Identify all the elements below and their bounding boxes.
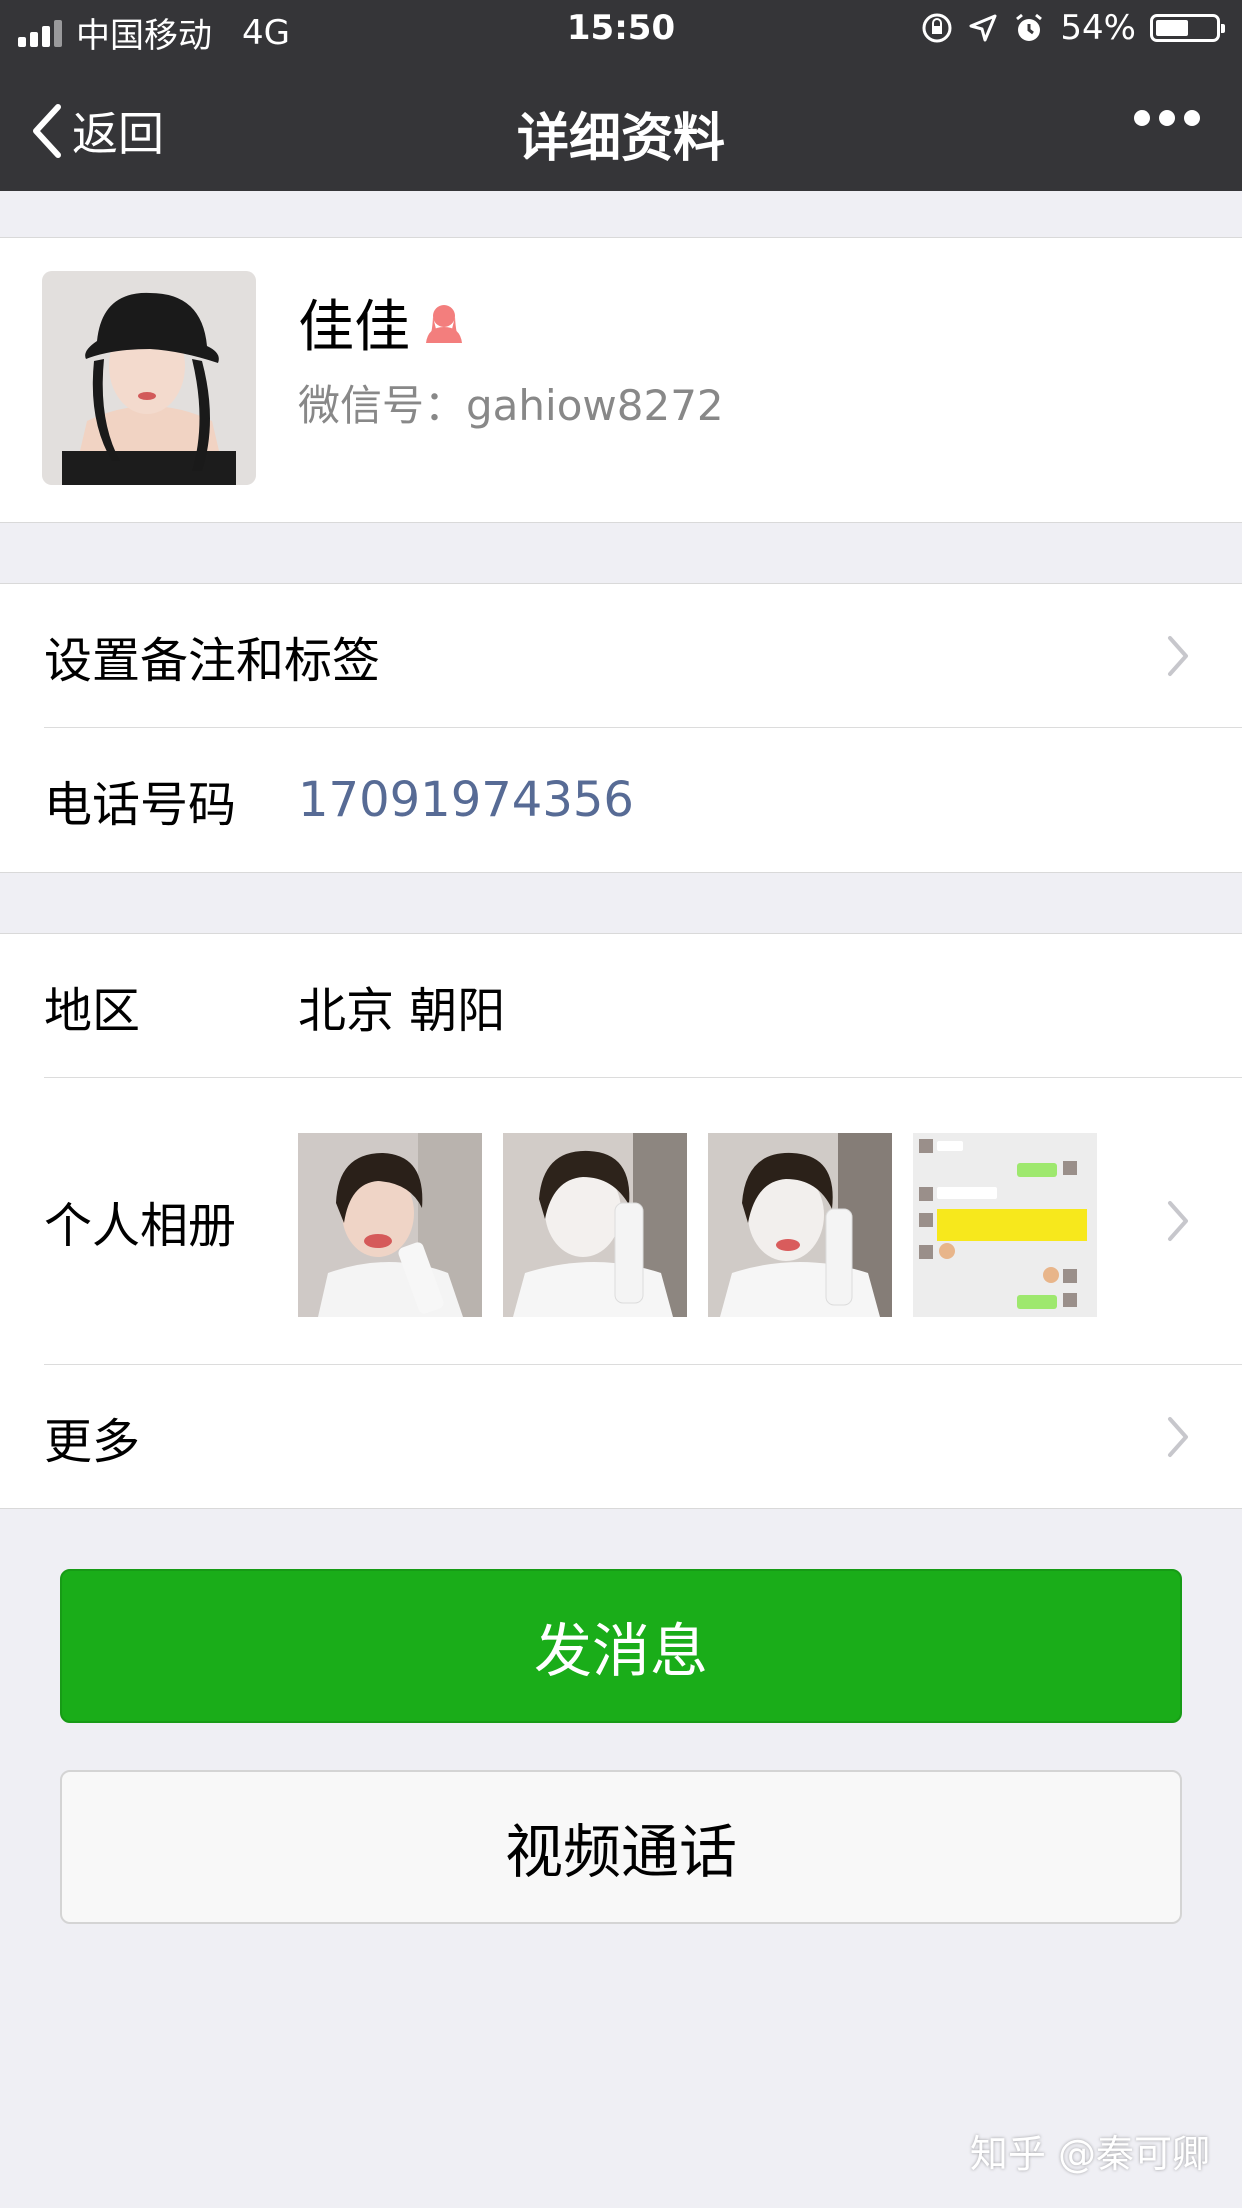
- status-bar: 中国移动 4G 15:50 54%: [0, 0, 1242, 62]
- more-options-button[interactable]: [1134, 110, 1200, 126]
- remark-row[interactable]: 设置备注和标签: [0, 584, 1242, 727]
- dot-icon: [1159, 110, 1175, 126]
- wechat-id-label: 微信号：: [298, 381, 467, 430]
- page-title: 详细资料: [516, 109, 725, 169]
- profile-card[interactable]: 佳佳 微信号：gahiow8272: [0, 237, 1242, 523]
- region-value: 北京 朝阳: [298, 982, 506, 1039]
- phone-row: 电话号码 17091974356: [0, 728, 1242, 871]
- rotation-lock-icon: [922, 13, 952, 43]
- album-row[interactable]: 个人相册: [0, 1078, 1242, 1364]
- phone-label: 电话号码: [44, 776, 237, 833]
- album-label: 个人相册: [44, 1198, 237, 1254]
- contact-name-text: 佳佳: [298, 295, 410, 360]
- album-photo-1: [298, 1133, 482, 1317]
- remark-label: 设置备注和标签: [44, 632, 381, 689]
- status-right: 54%: [920, 8, 1225, 48]
- region-label: 地区: [44, 982, 141, 1039]
- contact-name: 佳佳: [298, 282, 468, 363]
- alarm-icon: [1016, 13, 1043, 41]
- avatar[interactable]: [42, 271, 256, 485]
- top-bar: 中国移动 4G 15:50 54% 返回 详细资料: [0, 0, 1242, 191]
- nav-bar: 返回 详细资料: [0, 62, 1242, 191]
- battery-percent: 54%: [1060, 8, 1136, 48]
- chevron-right-icon: [1168, 635, 1188, 676]
- remark-phone-section: 设置备注和标签 电话号码 17091974356: [0, 583, 1242, 873]
- battery-icon: [1150, 14, 1225, 42]
- wechat-id: 微信号：gahiow8272: [298, 372, 724, 433]
- video-call-button[interactable]: 视频通话: [60, 1770, 1182, 1924]
- phone-number-link[interactable]: 17091974356: [298, 772, 634, 828]
- female-icon: [426, 304, 462, 343]
- dot-icon: [1134, 110, 1150, 126]
- watermark: 知乎 @秦可卿: [969, 2132, 1210, 2176]
- more-label: 更多: [44, 1413, 141, 1470]
- chevron-right-icon: [1168, 1201, 1188, 1241]
- album-photo-4: [913, 1133, 1097, 1317]
- location-icon: [969, 14, 997, 42]
- region-row: 地区 北京 朝阳: [0, 934, 1242, 1077]
- wechat-id-value: gahiow8272: [466, 381, 724, 430]
- info-section: 地区 北京 朝阳 个人相册 更多: [0, 933, 1242, 1509]
- album-photo-2: [503, 1133, 687, 1317]
- more-row[interactable]: 更多: [0, 1365, 1242, 1508]
- album-photo-3: [708, 1133, 892, 1317]
- send-message-button[interactable]: 发消息: [60, 1569, 1182, 1723]
- dot-icon: [1184, 110, 1200, 126]
- chevron-right-icon: [1168, 1416, 1188, 1457]
